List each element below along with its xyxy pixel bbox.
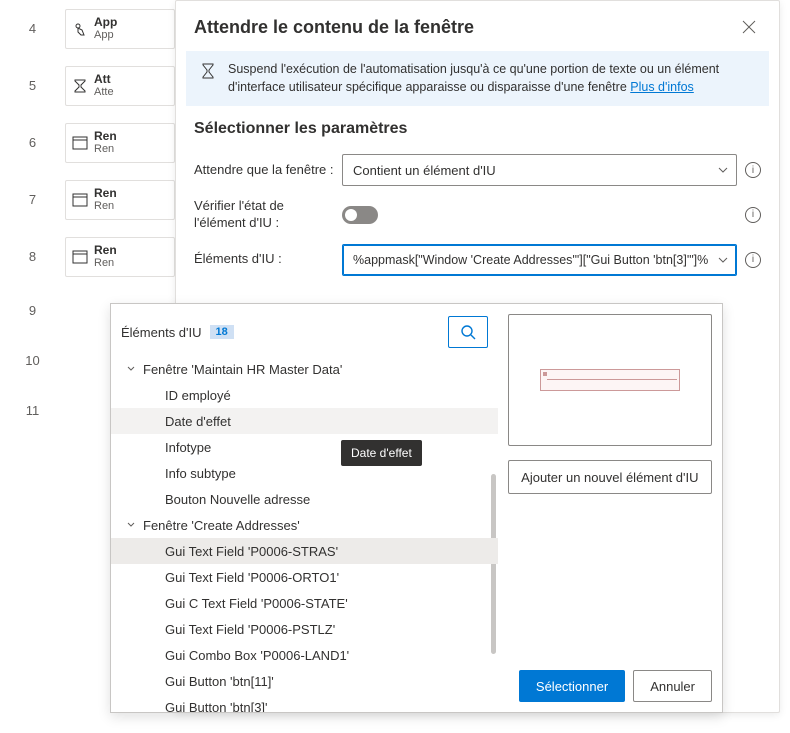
step-title: Att — [94, 73, 114, 86]
step-number: 10 — [0, 353, 65, 368]
tree-element-node[interactable]: Gui Text Field 'P0006-PSTLZ' — [111, 616, 498, 642]
close-icon — [742, 20, 756, 34]
tree-window-node[interactable]: Fenêtre 'Maintain HR Master Data' — [111, 356, 498, 382]
tree-element-node[interactable]: Gui Text Field 'P0006-ORTO1' — [111, 564, 498, 590]
select-button[interactable]: Sélectionner — [519, 670, 625, 702]
search-button[interactable] — [448, 316, 488, 348]
more-info-link[interactable]: Plus d'infos — [630, 80, 694, 94]
step-subtitle: Ren — [94, 257, 117, 269]
tree-element-node[interactable]: Infotype — [111, 434, 498, 460]
flow-step[interactable]: 5 AttAtte — [0, 57, 175, 114]
tree-node-label: Gui C Text Field 'P0006-STATE' — [165, 596, 348, 611]
info-text: Suspend l'exécution de l'automatisation … — [228, 61, 755, 96]
info-banner: Suspend l'exécution de l'automatisation … — [186, 51, 769, 106]
info-icon[interactable]: i — [745, 252, 761, 268]
step-number: 4 — [0, 21, 65, 36]
tree-element-node[interactable]: Gui Button 'btn[3]' — [111, 694, 498, 712]
step-subtitle: Ren — [94, 200, 117, 212]
tree-element-node[interactable]: Info subtype — [111, 460, 498, 486]
tree-element-node[interactable]: Date d'effet — [111, 408, 498, 434]
tree-node-label: Info subtype — [165, 466, 236, 481]
tree-node-label: Gui Button 'btn[3]' — [165, 700, 268, 713]
param-ui-elements-label: Éléments d'IU : — [194, 251, 334, 268]
check-state-toggle[interactable] — [342, 206, 378, 224]
step-title: Ren — [94, 130, 117, 143]
tree-element-node[interactable]: Gui Combo Box 'P0006-LAND1' — [111, 642, 498, 668]
tree-node-label: Date d'effet — [165, 414, 231, 429]
tree-element-node[interactable]: Gui C Text Field 'P0006-STATE' — [111, 590, 498, 616]
step-title: App — [94, 16, 117, 29]
section-title: Sélectionner les paramètres — [176, 120, 779, 148]
wait-condition-select[interactable]: Contient un élément d'IU — [342, 154, 737, 186]
tree-node-label: ID employé — [165, 388, 231, 403]
touch-icon — [72, 21, 88, 37]
step-title: Ren — [94, 244, 117, 257]
chevron-down-icon — [718, 257, 728, 263]
step-number: 6 — [0, 135, 65, 150]
param-check-state-label: Vérifier l'état de l'élément d'IU : — [194, 198, 334, 232]
flow-step[interactable]: 4 AppApp — [0, 0, 175, 57]
step-subtitle: Ren — [94, 143, 117, 155]
add-ui-element-button[interactable]: Ajouter un nouvel élément d'IU — [508, 460, 712, 494]
tree-node-label: Fenêtre 'Maintain HR Master Data' — [143, 362, 342, 377]
dialog-title: Attendre le contenu de la fenêtre — [194, 17, 474, 38]
cancel-button[interactable]: Annuler — [633, 670, 712, 702]
select-value: Contient un élément d'IU — [353, 163, 496, 178]
step-number: 7 — [0, 192, 65, 207]
tree-node-label: Gui Button 'btn[11]' — [165, 674, 274, 689]
search-icon — [460, 324, 476, 340]
element-preview — [508, 314, 712, 446]
close-button[interactable] — [737, 15, 761, 39]
flow-step[interactable]: 6 RenRen — [0, 114, 175, 171]
window-icon — [72, 135, 88, 151]
tree-element-node[interactable]: Gui Text Field 'P0006-STRAS' — [111, 538, 498, 564]
step-subtitle: App — [94, 29, 117, 41]
tree-node-label: Fenêtre 'Create Addresses' — [143, 518, 300, 533]
info-icon[interactable]: i — [745, 207, 761, 223]
step-number: 5 — [0, 78, 65, 93]
tree-element-node[interactable]: ID employé — [111, 382, 498, 408]
flow-step[interactable]: 8 RenRen — [0, 228, 175, 285]
select-value: %appmask["Window 'Create Addresses'"]["G… — [353, 253, 708, 267]
ui-element-tree[interactable]: Fenêtre 'Maintain HR Master Data' ID empl… — [111, 356, 498, 712]
hourglass-icon — [72, 78, 88, 94]
step-subtitle: Atte — [94, 86, 114, 98]
tree-node-label: Gui Text Field 'P0006-STRAS' — [165, 544, 338, 559]
window-icon — [72, 192, 88, 208]
tooltip: Date d'effet — [341, 440, 422, 466]
tree-node-label: Gui Text Field 'P0006-PSTLZ' — [165, 622, 335, 637]
tree-element-node[interactable]: Gui Button 'btn[11]' — [111, 668, 498, 694]
tree-node-label: Gui Combo Box 'P0006-LAND1' — [165, 648, 349, 663]
hourglass-icon — [200, 63, 218, 81]
tree-element-node[interactable]: Bouton Nouvelle adresse — [111, 486, 498, 512]
info-icon[interactable]: i — [745, 162, 761, 178]
chevron-down-icon — [127, 521, 139, 529]
tree-node-label: Gui Text Field 'P0006-ORTO1' — [165, 570, 339, 585]
step-number: 11 — [0, 403, 65, 418]
window-icon — [72, 249, 88, 265]
chevron-down-icon — [127, 365, 139, 373]
flow-step[interactable]: 7 RenRen — [0, 171, 175, 228]
tree-node-label: Infotype — [165, 440, 211, 455]
tree-window-node[interactable]: Fenêtre 'Create Addresses' — [111, 512, 498, 538]
ui-element-select[interactable]: %appmask["Window 'Create Addresses'"]["G… — [342, 244, 737, 276]
ui-elements-count-badge: 18 — [210, 325, 234, 339]
ui-elements-title: Éléments d'IU — [121, 325, 202, 340]
step-number: 8 — [0, 249, 65, 264]
chevron-down-icon — [718, 167, 728, 173]
param-wait-label: Attendre que la fenêtre : — [194, 162, 334, 179]
step-number: 9 — [0, 303, 65, 318]
ui-elements-panel: Éléments d'IU 18 Fenêtre 'Maintain HR Ma… — [110, 303, 723, 713]
step-title: Ren — [94, 187, 117, 200]
tree-node-label: Bouton Nouvelle adresse — [165, 492, 310, 507]
